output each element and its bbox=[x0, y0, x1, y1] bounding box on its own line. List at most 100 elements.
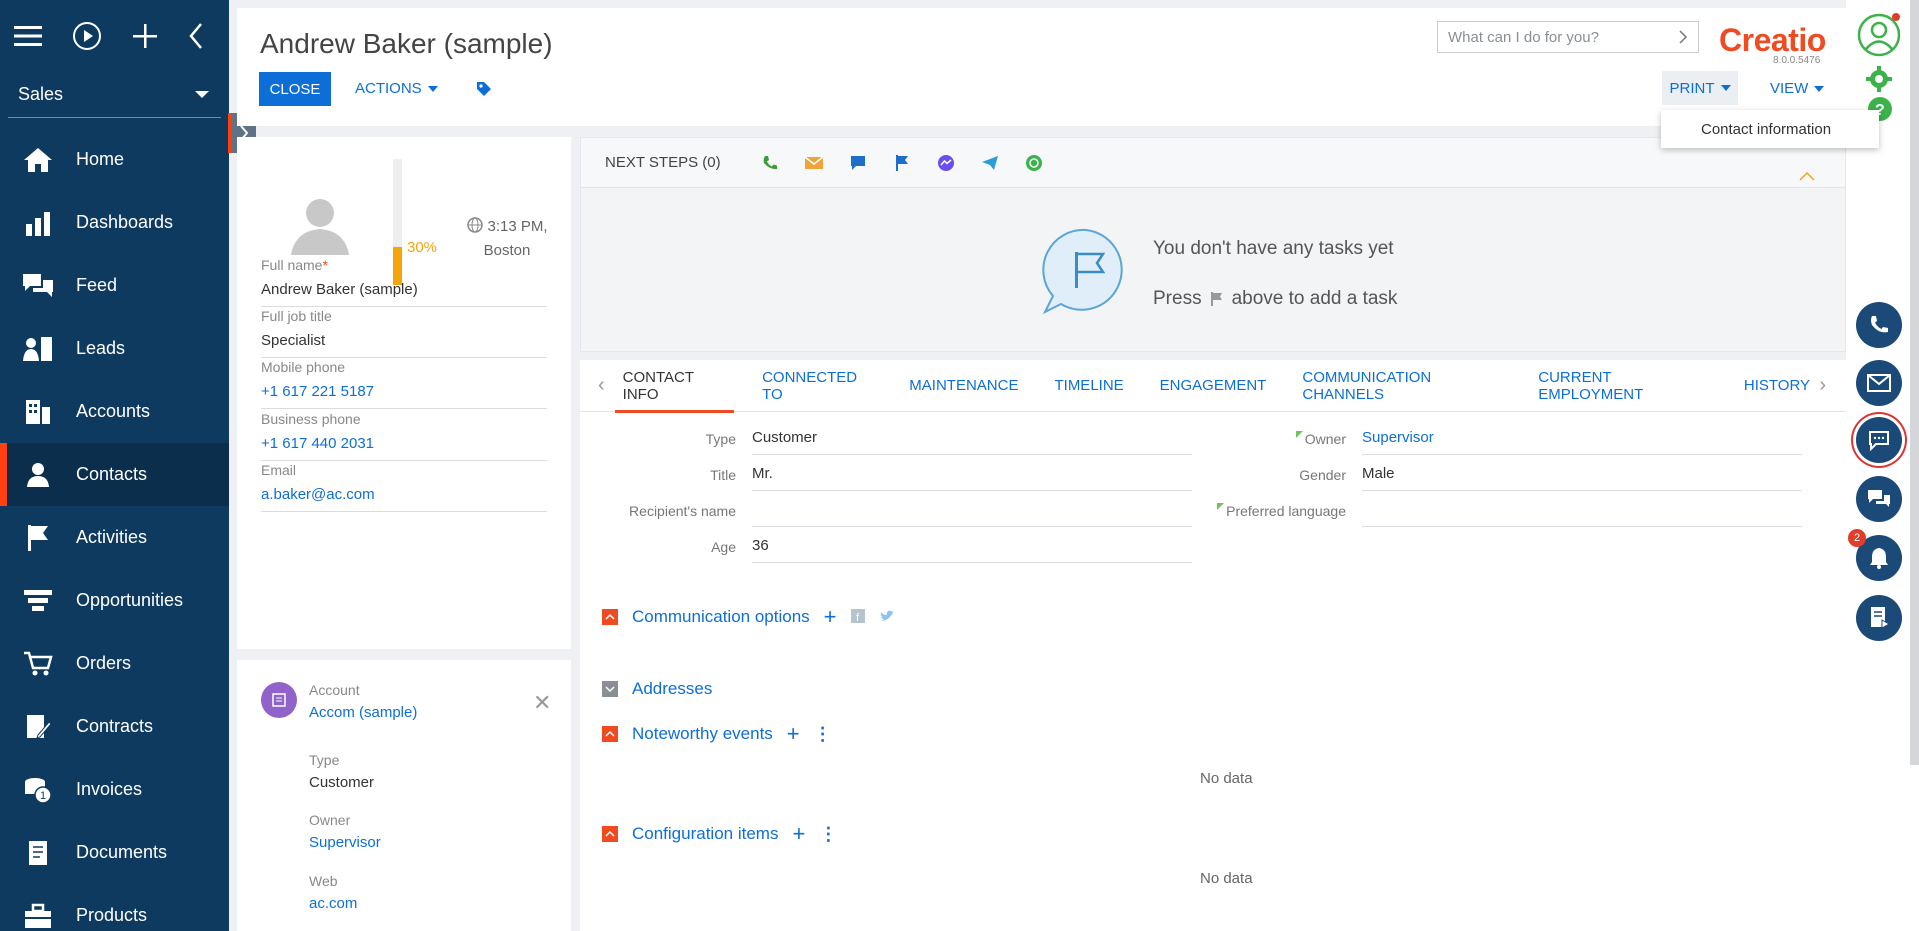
chevron-left-icon[interactable]: ‹ bbox=[598, 374, 605, 397]
sidebar-item-accounts[interactable]: Accounts bbox=[0, 380, 229, 443]
workspace-label: Sales bbox=[18, 84, 64, 104]
messenger-icon[interactable] bbox=[935, 152, 957, 174]
collapse-section-icon[interactable] bbox=[602, 726, 618, 742]
tab-history[interactable]: HISTORY bbox=[1744, 360, 1810, 412]
preferred-language-value[interactable] bbox=[1362, 497, 1802, 527]
view-button[interactable]: VIEW bbox=[1770, 80, 1825, 97]
chat-icon[interactable] bbox=[847, 152, 869, 174]
collapse-sidebar-icon[interactable] bbox=[188, 21, 204, 51]
notifications-button[interactable]: 2 bbox=[1848, 529, 1902, 581]
tab-contact-info[interactable]: CONTACT INFO bbox=[614, 360, 735, 413]
menu-icon[interactable] bbox=[14, 21, 42, 51]
twitter-icon[interactable] bbox=[879, 609, 895, 626]
process-button[interactable] bbox=[1856, 595, 1902, 641]
profile-field-full-name: Full name* Andrew Baker (sample) bbox=[261, 257, 547, 307]
add-icon[interactable]: + bbox=[824, 606, 837, 628]
sidebar-item-leads[interactable]: Leads bbox=[0, 317, 229, 380]
tab-current-employment[interactable]: CURRENT EMPLOYMENT bbox=[1538, 360, 1708, 412]
close-icon[interactable]: ✕ bbox=[533, 690, 551, 716]
sidebar-item-contracts[interactable]: Contracts bbox=[0, 695, 229, 758]
chevron-up-icon[interactable] bbox=[1799, 168, 1815, 184]
tab-connected-to[interactable]: CONNECTED TO bbox=[762, 360, 873, 412]
more-options-icon[interactable]: ⋮ bbox=[819, 824, 837, 845]
phone-button[interactable] bbox=[1856, 302, 1902, 348]
communication-options-title[interactable]: Communication options bbox=[632, 607, 810, 627]
noteworthy-events-title[interactable]: Noteworthy events bbox=[632, 724, 773, 744]
command-search-input[interactable]: What can I do for you? bbox=[1437, 21, 1699, 53]
page-header: Andrew Baker (sample) CLOSE ACTIONS What… bbox=[237, 8, 1846, 126]
configuration-items-title[interactable]: Configuration items bbox=[632, 824, 778, 844]
collapse-section-icon[interactable] bbox=[602, 826, 618, 842]
page-scrollbar[interactable] bbox=[1910, 0, 1919, 765]
gear-icon[interactable] bbox=[1864, 64, 1894, 97]
local-time: 3:13 PM, Boston bbox=[457, 215, 557, 263]
sidebar-item-home[interactable]: Home bbox=[0, 128, 229, 191]
add-icon[interactable]: + bbox=[792, 823, 805, 845]
workspace-selector[interactable]: Sales bbox=[8, 72, 221, 118]
sidebar-item-feed[interactable]: Feed bbox=[0, 254, 229, 317]
type-value[interactable]: Customer bbox=[752, 425, 1192, 455]
expand-section-icon[interactable] bbox=[602, 681, 618, 697]
email-button[interactable] bbox=[1856, 360, 1902, 406]
field-value[interactable]: +1 617 221 5187 bbox=[261, 383, 547, 409]
sidebar-item-label: Contracts bbox=[76, 716, 154, 736]
gender-field: Gender Male bbox=[1212, 461, 1802, 491]
feed-button[interactable] bbox=[1856, 476, 1902, 522]
add-icon[interactable] bbox=[132, 21, 158, 51]
field-value[interactable]: a.baker@ac.com bbox=[261, 486, 547, 512]
user-profile-icon[interactable] bbox=[1856, 12, 1902, 58]
avatar[interactable] bbox=[287, 193, 353, 262]
tab-engagement[interactable]: ENGAGEMENT bbox=[1160, 360, 1267, 412]
title-value[interactable]: Mr. bbox=[752, 461, 1192, 491]
sidebar-item-dashboards[interactable]: Dashboards bbox=[0, 191, 229, 254]
recipient-name-value[interactable] bbox=[752, 497, 1192, 527]
sidebar-item-activities[interactable]: Activities bbox=[0, 506, 229, 569]
empty-press-text: Press bbox=[1153, 288, 1202, 309]
sidebar-item-documents[interactable]: Documents bbox=[0, 821, 229, 884]
print-menu-item-contact-information[interactable]: Contact information bbox=[1661, 110, 1879, 148]
field-value[interactable]: +1 617 440 2031 bbox=[261, 435, 547, 461]
collapse-section-icon[interactable] bbox=[602, 609, 618, 625]
gender-value[interactable]: Male bbox=[1362, 461, 1802, 491]
account-link[interactable]: Accom (sample) bbox=[309, 704, 417, 721]
owner-value[interactable]: Supervisor bbox=[1362, 425, 1802, 455]
tab-maintenance[interactable]: MAINTENANCE bbox=[909, 360, 1018, 412]
chevron-right-icon[interactable]: › bbox=[1819, 374, 1826, 397]
tag-icon[interactable] bbox=[475, 80, 493, 101]
age-value[interactable]: 36 bbox=[752, 533, 1192, 563]
sidebar-item-orders[interactable]: Orders bbox=[0, 632, 229, 695]
account-web-field: Web ac.com bbox=[309, 873, 357, 912]
telegram-icon[interactable] bbox=[979, 152, 1001, 174]
title-field: Title Mr. bbox=[602, 461, 1192, 491]
field-value[interactable]: Andrew Baker (sample) bbox=[261, 281, 547, 307]
tab-communication-channels[interactable]: COMMUNICATION CHANNELS bbox=[1302, 360, 1502, 412]
chevron-right-icon bbox=[1679, 30, 1688, 44]
call-icon[interactable] bbox=[759, 152, 781, 174]
sidebar-item-contacts[interactable]: Contacts bbox=[0, 443, 229, 506]
account-web-link[interactable]: ac.com bbox=[309, 895, 357, 912]
print-button[interactable]: PRINT bbox=[1662, 71, 1738, 105]
sidebar-item-opportunities[interactable]: Opportunities bbox=[0, 569, 229, 632]
play-icon[interactable] bbox=[72, 21, 102, 51]
activities-icon bbox=[22, 522, 54, 554]
add-icon[interactable]: + bbox=[787, 723, 800, 745]
account-owner-link[interactable]: Supervisor bbox=[309, 834, 381, 851]
flag-icon[interactable] bbox=[891, 152, 913, 174]
empty-tasks-hint: Press above to add a task bbox=[1153, 288, 1397, 310]
close-button[interactable]: CLOSE bbox=[259, 72, 331, 106]
addresses-title[interactable]: Addresses bbox=[632, 679, 712, 699]
more-options-icon[interactable]: ⋮ bbox=[814, 724, 832, 745]
chat-button[interactable] bbox=[1856, 417, 1902, 463]
sidebar-item-invoices[interactable]: 1 Invoices bbox=[0, 758, 229, 821]
email-icon[interactable] bbox=[803, 152, 825, 174]
profile-field-mobile-phone: Mobile phone +1 617 221 5187 bbox=[261, 359, 547, 409]
noteworthy-no-data: No data bbox=[1200, 770, 1253, 787]
field-value[interactable]: Specialist bbox=[261, 332, 547, 358]
sidebar-item-products[interactable]: Products bbox=[0, 884, 229, 931]
addresses-section: Addresses bbox=[602, 679, 712, 699]
whatsapp-icon[interactable] bbox=[1023, 152, 1045, 174]
facebook-icon[interactable]: f bbox=[850, 608, 865, 626]
tab-timeline[interactable]: TIMELINE bbox=[1054, 360, 1123, 412]
sidebar-item-label: Accounts bbox=[76, 401, 151, 421]
actions-button[interactable]: ACTIONS bbox=[355, 80, 438, 97]
